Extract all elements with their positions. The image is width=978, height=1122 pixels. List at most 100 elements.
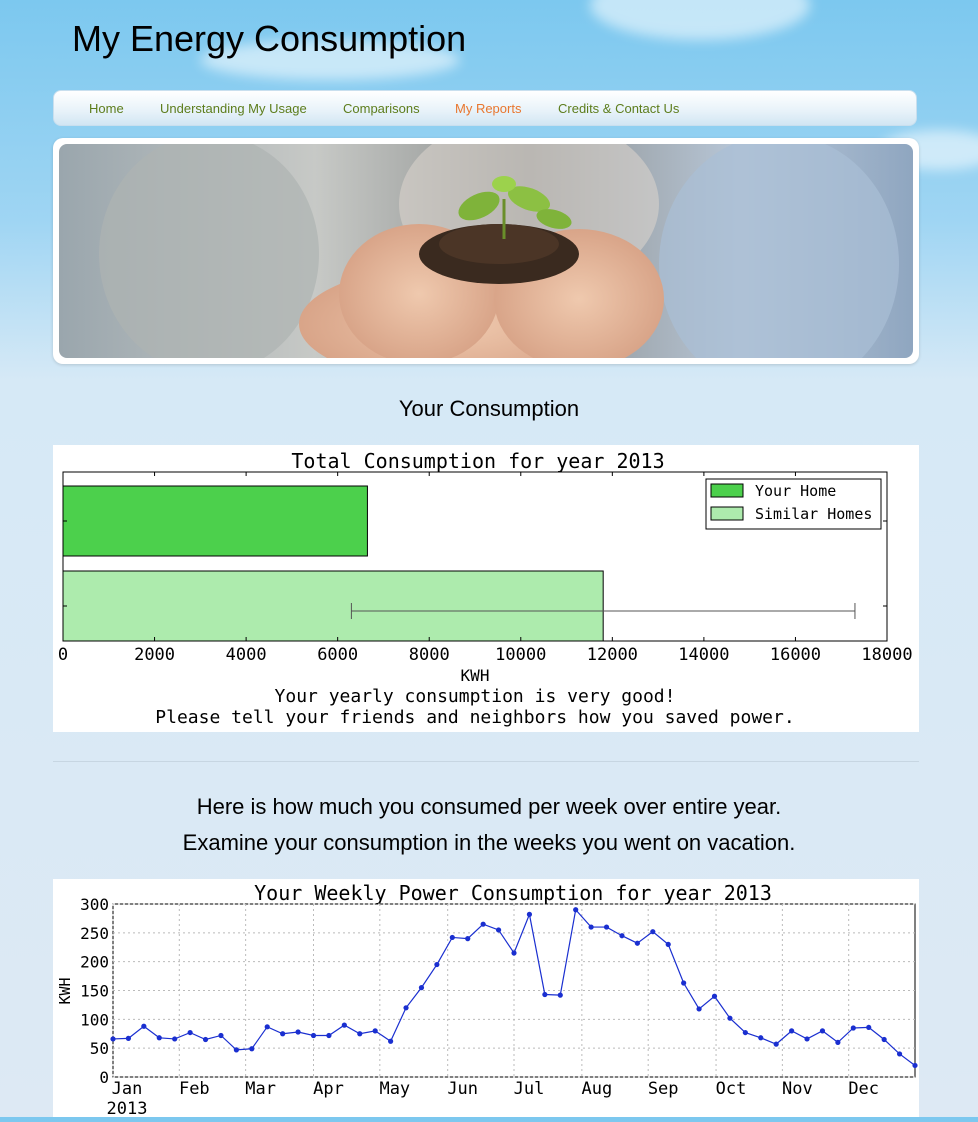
data-point bbox=[542, 991, 548, 998]
data-point bbox=[511, 950, 517, 956]
y-tick-label: 200 bbox=[80, 953, 109, 972]
x-tick-label: 12000 bbox=[587, 645, 638, 665]
nav-item-home[interactable]: Home bbox=[89, 101, 124, 116]
data-point bbox=[202, 1036, 209, 1043]
banner-image bbox=[59, 144, 913, 358]
x-tick-label: 8000 bbox=[409, 645, 450, 665]
data-point bbox=[465, 936, 471, 942]
data-point bbox=[804, 1036, 810, 1042]
nav-item-understanding[interactable]: Understanding My Usage bbox=[160, 101, 307, 116]
data-point bbox=[650, 929, 656, 935]
legend-swatch bbox=[710, 506, 744, 521]
y-axis-label: KWH bbox=[56, 977, 74, 1004]
data-point bbox=[280, 1031, 286, 1037]
data-point bbox=[218, 1032, 224, 1039]
data-point bbox=[141, 1023, 147, 1029]
data-point bbox=[403, 1005, 409, 1011]
chart-title: Total Consumption for year 2013 bbox=[291, 449, 664, 473]
data-point bbox=[866, 1024, 872, 1031]
bar-similar-homes bbox=[62, 570, 604, 642]
data-point bbox=[619, 933, 625, 939]
legend-label: Your Home bbox=[755, 482, 836, 500]
data-point bbox=[449, 934, 455, 941]
data-point bbox=[789, 1028, 795, 1034]
data-point bbox=[588, 924, 594, 930]
weekly-consumption-chart: Your Weekly Power Consumption for year 2… bbox=[56, 881, 918, 1119]
chart-caption-line2: Please tell your friends and neighbors h… bbox=[155, 707, 794, 728]
data-point bbox=[187, 1029, 193, 1036]
chart-title: Your Weekly Power Consumption for year 2… bbox=[254, 881, 772, 905]
data-point bbox=[835, 1039, 841, 1045]
bar-your-home bbox=[62, 485, 368, 557]
data-point bbox=[742, 1029, 748, 1036]
data-point bbox=[727, 1015, 733, 1021]
data-point bbox=[681, 980, 687, 986]
x-tick-label: May bbox=[379, 1079, 410, 1099]
data-point bbox=[372, 1028, 378, 1034]
data-point bbox=[434, 961, 440, 968]
data-point bbox=[233, 1047, 239, 1053]
data-point bbox=[850, 1025, 856, 1031]
x-tick-label: Jan bbox=[112, 1079, 143, 1099]
data-point bbox=[912, 1062, 918, 1069]
total-consumption-chart: Total Consumption for year 2013 0 2000 400… bbox=[58, 449, 913, 728]
total-consumption-chart-panel: Total Consumption for year 2013 0 2000 400… bbox=[53, 445, 919, 732]
x-tick-label: 14000 bbox=[678, 645, 729, 665]
nav-item-my-reports[interactable]: My Reports bbox=[455, 101, 521, 116]
section-divider bbox=[53, 761, 919, 762]
y-tick-label: 50 bbox=[90, 1039, 109, 1058]
data-point bbox=[696, 1006, 702, 1012]
site-title: My Energy Consumption bbox=[72, 18, 467, 59]
data-point bbox=[125, 1035, 132, 1041]
y-tick-label: 300 bbox=[80, 895, 109, 914]
data-point bbox=[773, 1041, 779, 1047]
x-tick-label: Jun bbox=[447, 1079, 478, 1099]
y-tick-label: 0 bbox=[99, 1068, 109, 1087]
x-tick-label: 0 bbox=[58, 645, 68, 665]
data-point bbox=[357, 1031, 363, 1037]
data-point bbox=[557, 992, 563, 998]
weekly-heading-line1: Here is how much you consumed per week o… bbox=[196, 794, 782, 819]
data-point bbox=[495, 927, 502, 933]
nav-item-comparisons[interactable]: Comparisons bbox=[343, 101, 420, 116]
data-point bbox=[110, 1036, 116, 1042]
chart-caption-line1: Your yearly consumption is very good! bbox=[275, 686, 676, 707]
data-point bbox=[819, 1028, 826, 1034]
data-point bbox=[480, 921, 486, 927]
x-tick-label: Mar bbox=[245, 1079, 276, 1099]
legend-swatch bbox=[710, 483, 744, 498]
data-point bbox=[896, 1051, 903, 1057]
chart-legend: Your Home Similar Homes bbox=[705, 478, 882, 530]
y-tick-label: 100 bbox=[80, 1010, 109, 1029]
x-tick-label: Apr bbox=[313, 1079, 344, 1099]
x-tick-label: 6000 bbox=[317, 645, 358, 665]
weekly-consumption-chart-panel: Your Weekly Power Consumption for year 2… bbox=[53, 879, 919, 1119]
x-axis-label: KWH bbox=[461, 666, 490, 685]
y-tick-label: 250 bbox=[80, 924, 109, 943]
legend-label: Similar Homes bbox=[755, 505, 872, 523]
y-tick-label: 150 bbox=[80, 982, 109, 1001]
x-tick-label: Jul bbox=[514, 1079, 545, 1099]
banner-image-frame bbox=[53, 138, 919, 364]
x-tick-label: Nov bbox=[782, 1079, 813, 1099]
x-tick-label: 2000 bbox=[134, 645, 175, 665]
data-point bbox=[172, 1036, 178, 1042]
x-tick-label: 10000 bbox=[495, 645, 546, 665]
your-consumption-heading: Your Consumption bbox=[398, 396, 580, 421]
weekly-heading-line2: Examine your consumption in the weeks yo… bbox=[182, 830, 796, 855]
data-point bbox=[665, 941, 671, 947]
data-point bbox=[388, 1038, 394, 1044]
data-point bbox=[341, 1022, 347, 1028]
data-point bbox=[264, 1024, 270, 1030]
data-point bbox=[249, 1046, 255, 1052]
data-point bbox=[758, 1035, 764, 1041]
data-point bbox=[418, 985, 425, 991]
data-point bbox=[573, 907, 579, 913]
nav-item-credits-contact[interactable]: Credits & Contact Us bbox=[558, 101, 679, 116]
x-tick-label: 4000 bbox=[226, 645, 267, 665]
data-point bbox=[634, 940, 640, 946]
x-tick-label: Aug bbox=[582, 1079, 613, 1099]
data-point bbox=[326, 1032, 332, 1039]
x-tick-label: 18000 bbox=[861, 645, 912, 665]
x-tick-label: 16000 bbox=[770, 645, 821, 665]
